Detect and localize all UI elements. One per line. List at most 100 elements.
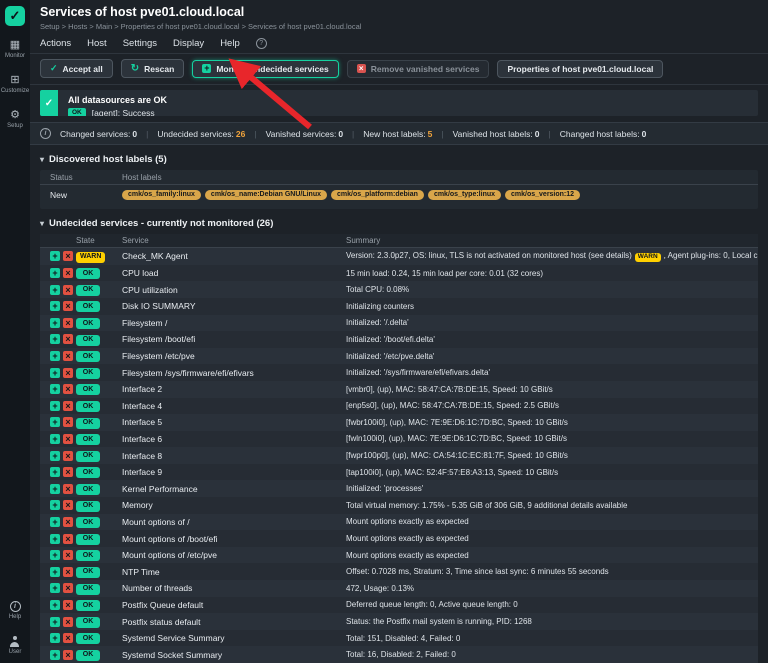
disable-service-icon[interactable]: × <box>63 650 73 660</box>
service-name: Interface 2 <box>122 384 346 394</box>
disable-service-icon[interactable]: × <box>63 550 73 560</box>
disable-service-icon[interactable]: × <box>63 318 73 328</box>
disable-service-icon[interactable]: × <box>63 534 73 544</box>
menu-settings[interactable]: Settings <box>123 38 157 49</box>
disable-service-icon[interactable]: × <box>63 301 73 311</box>
monitor-service-icon[interactable]: + <box>50 368 60 378</box>
host-label-chip[interactable]: cmk/os_type:linux <box>428 190 501 200</box>
sidebar-item-monitor[interactable]: ▦ Monitor <box>5 40 25 59</box>
monitor-service-icon[interactable]: + <box>50 484 60 494</box>
disable-service-icon[interactable]: × <box>63 484 73 494</box>
monitor-service-icon[interactable]: + <box>50 301 60 311</box>
monitor-service-icon[interactable]: + <box>50 583 60 593</box>
service-state-cell: WARN <box>76 250 122 263</box>
monitor-service-icon[interactable]: + <box>50 318 60 328</box>
disable-service-icon[interactable]: × <box>63 467 73 477</box>
disable-service-icon[interactable]: × <box>63 500 73 510</box>
monitor-service-icon[interactable]: + <box>50 334 60 344</box>
disable-service-icon[interactable]: × <box>63 334 73 344</box>
service-row: +×OKSystemd Socket SummaryTotal: 16, Dis… <box>40 646 758 663</box>
sidebar-item-label: Setup <box>7 123 23 129</box>
toolbar: Accept all Rescan Monitor undecided servic… <box>30 54 768 85</box>
disable-service-icon[interactable]: × <box>63 401 73 411</box>
monitor-service-icon[interactable]: + <box>50 534 60 544</box>
monitor-service-icon[interactable]: + <box>50 285 60 295</box>
disable-service-icon[interactable]: × <box>63 567 73 577</box>
stat-separator: | <box>146 129 148 139</box>
toolbar-button-monitor-undecided-services[interactable]: Monitor undecided services <box>192 60 338 78</box>
state-badge: OK <box>76 285 100 296</box>
monitor-service-icon[interactable]: + <box>50 633 60 643</box>
disable-service-icon[interactable]: × <box>63 368 73 378</box>
menu-actions[interactable]: Actions <box>40 38 71 49</box>
remove-icon <box>357 64 366 73</box>
monitor-service-icon[interactable]: + <box>50 401 60 411</box>
column-summary: Summary <box>346 236 758 245</box>
monitor-service-icon[interactable]: + <box>50 600 60 610</box>
disable-service-icon[interactable]: × <box>63 268 73 278</box>
state-badge: WARN <box>76 252 105 263</box>
monitor-service-icon[interactable]: + <box>50 500 60 510</box>
disable-service-icon[interactable]: × <box>63 351 73 361</box>
service-summary: Initialized: 'processes' <box>346 484 758 493</box>
monitor-service-icon[interactable]: + <box>50 467 60 477</box>
disable-service-icon[interactable]: × <box>63 633 73 643</box>
service-state-cell: OK <box>76 499 122 512</box>
undecided-services-section-header[interactable]: ▾ Undecided services - currently not mon… <box>40 218 758 229</box>
monitor-service-icon[interactable]: + <box>50 268 60 278</box>
toolbar-button-properties-of-host-pve01-cloud-local[interactable]: Properties of host pve01.cloud.local <box>497 60 663 78</box>
disable-service-icon[interactable]: × <box>63 384 73 394</box>
breadcrumb[interactable]: Setup > Hosts > Main > Properties of hos… <box>40 22 758 31</box>
monitor-service-icon[interactable]: + <box>50 417 60 427</box>
disable-service-icon[interactable]: × <box>63 451 73 461</box>
monitor-service-icon[interactable]: + <box>50 351 60 361</box>
menu-host[interactable]: Host <box>87 38 107 49</box>
host-label-chip[interactable]: cmk/os_platform:debian <box>331 190 424 200</box>
disable-service-icon[interactable]: × <box>63 517 73 527</box>
monitor-service-icon[interactable]: + <box>50 451 60 461</box>
monitor-service-icon[interactable]: + <box>50 617 60 627</box>
monitor-service-icon[interactable]: + <box>50 650 60 660</box>
toolbar-button-label: Monitor undecided services <box>216 64 328 74</box>
disable-service-icon[interactable]: × <box>63 617 73 627</box>
toolbar-button-accept-all[interactable]: Accept all <box>40 59 113 78</box>
sidebar-item-setup[interactable]: ⚙ Setup <box>7 110 23 129</box>
service-summary: Version: 2.3.0p27, OS: linux, TLS is not… <box>346 251 758 262</box>
monitor-service-icon[interactable]: + <box>50 251 60 261</box>
menu-display[interactable]: Display <box>173 38 204 49</box>
toolbar-button-label: Remove vanished services <box>371 64 480 74</box>
datasource-list: OK[agent]: SuccessOK[special_proxmox_ve]… <box>68 108 292 116</box>
service-row: +×OKFilesystem /etc/pveInitialized: '/et… <box>40 348 758 365</box>
menu-help[interactable]: Help <box>220 38 240 49</box>
service-name: Filesystem / <box>122 318 346 328</box>
toolbar-button-remove-vanished-services[interactable]: Remove vanished services <box>347 60 490 78</box>
monitor-service-icon[interactable]: + <box>50 434 60 444</box>
disable-service-icon[interactable]: × <box>63 434 73 444</box>
service-summary: Deferred queue length: 0, Active queue l… <box>346 600 758 609</box>
host-label-chip[interactable]: cmk/os_version:12 <box>505 190 580 200</box>
monitor-service-icon[interactable]: + <box>50 550 60 560</box>
monitor-service-icon[interactable]: + <box>50 517 60 527</box>
disable-service-icon[interactable]: × <box>63 583 73 593</box>
stat-label: Undecided services: <box>157 129 234 139</box>
services-table-body: +×WARNCheck_MK AgentVersion: 2.3.0p27, O… <box>40 248 758 663</box>
host-labels-section-header[interactable]: ▾ Discovered host labels (5) <box>40 154 758 165</box>
disable-service-icon[interactable]: × <box>63 251 73 261</box>
host-label-chip[interactable]: cmk/os_name:Debian GNU/Linux <box>205 190 327 200</box>
disable-service-icon[interactable]: × <box>63 417 73 427</box>
sidebar-item-help[interactable]: i Help <box>9 601 21 620</box>
state-badge: OK <box>76 467 100 478</box>
sidebar-item-customize[interactable]: ⊞ Customize <box>1 75 29 94</box>
toolbar-button-rescan[interactable]: Rescan <box>121 59 185 78</box>
monitor-service-icon[interactable]: + <box>50 384 60 394</box>
service-summary: [fwbr100i0], (up), MAC: 7E:9E:D6:1C:7D:B… <box>346 418 758 427</box>
host-label-chip[interactable]: cmk/os_family:linux <box>122 190 201 200</box>
show-more-toggle-icon[interactable]: ? <box>256 38 267 49</box>
service-row-actions: +× <box>40 384 76 394</box>
sidebar-item-user[interactable]: User <box>9 636 22 655</box>
stat-value: 5 <box>428 129 433 139</box>
checkmk-logo-icon[interactable]: ✓ <box>5 6 25 26</box>
disable-service-icon[interactable]: × <box>63 600 73 610</box>
disable-service-icon[interactable]: × <box>63 285 73 295</box>
monitor-service-icon[interactable]: + <box>50 567 60 577</box>
